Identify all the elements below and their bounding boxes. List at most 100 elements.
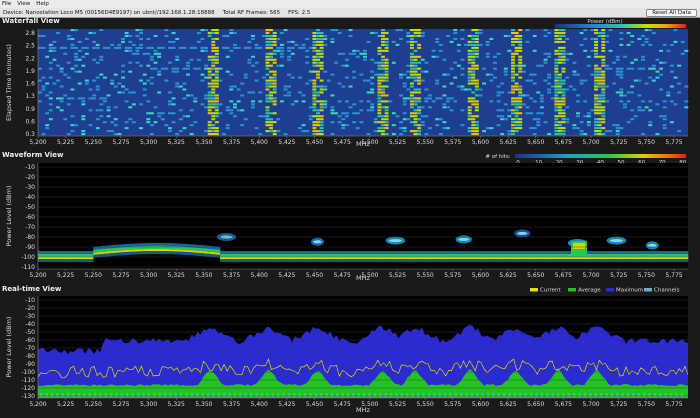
y-tick-label: -20	[25, 174, 35, 181]
channel-marker	[158, 393, 161, 397]
channel-marker	[212, 393, 215, 397]
channel-marker	[217, 393, 221, 397]
channel-marker	[72, 393, 75, 397]
channel-marker	[88, 393, 91, 397]
channel-marker	[174, 393, 178, 397]
y-tick-label: -90	[25, 361, 35, 368]
x-tick-label: 5,625	[499, 272, 516, 279]
x-tick-label: 5,475	[334, 272, 351, 279]
channel-marker	[287, 393, 291, 397]
channel-marker	[136, 393, 140, 397]
x-tick-label: 5,325	[168, 401, 185, 408]
channel-marker	[669, 393, 673, 397]
channel-marker	[653, 393, 657, 397]
channel-marker	[357, 393, 361, 397]
x-tick-label: 5,350	[195, 139, 212, 146]
channel-marker	[637, 393, 641, 397]
x-tick-label: 5,525	[389, 401, 406, 408]
x-tick-label: 5,225	[57, 401, 74, 408]
x-tick-label: 5,275	[112, 139, 129, 146]
channel-marker	[492, 393, 495, 397]
channel-marker	[40, 393, 43, 397]
x-tick-label: 5,675	[555, 401, 572, 408]
waterfall-color-scale	[555, 24, 686, 28]
channel-marker	[223, 393, 226, 397]
channel-marker	[330, 393, 334, 397]
channel-marker	[276, 393, 280, 397]
channel-marker	[432, 393, 436, 397]
x-tick-label: 5,725	[610, 139, 627, 146]
channel-marker	[260, 393, 264, 397]
channel-marker	[282, 393, 285, 397]
menu-file[interactable]: File	[2, 1, 11, 7]
x-tick-label: 5,700	[582, 139, 599, 146]
x-tick-label: 5,275	[112, 272, 129, 279]
channel-marker	[109, 393, 113, 397]
x-tick-label: 5,675	[555, 139, 572, 146]
channel-marker	[126, 393, 129, 397]
channel-marker	[459, 393, 463, 397]
x-tick-label: 5,450	[306, 272, 323, 279]
menu-help[interactable]: Help	[36, 1, 49, 7]
x-tick-label: 5,650	[527, 272, 544, 279]
channel-marker	[519, 393, 522, 397]
channel-marker	[266, 393, 269, 397]
x-tick-label: 5,775	[665, 139, 682, 146]
channel-marker	[642, 393, 646, 397]
legend-swatch	[606, 288, 614, 292]
x-tick-label: 5,600	[472, 401, 489, 408]
x-tick-label: 5,400	[251, 139, 268, 146]
channel-marker	[438, 393, 441, 397]
y-tick-label: -60	[25, 214, 35, 221]
channel-marker	[572, 393, 576, 397]
channel-marker	[233, 393, 237, 397]
y-tick-label: 1.3	[25, 93, 35, 100]
x-tick-label: 5,225	[57, 139, 74, 146]
channel-marker	[675, 393, 678, 397]
x-axis-title: MHz	[356, 140, 370, 148]
channel-marker	[497, 393, 501, 397]
x-tick-label: 5,725	[610, 272, 627, 279]
channel-marker	[481, 393, 484, 397]
device-info: Device: Nanostation Loco M5 (00156D4E919…	[3, 9, 215, 16]
channel-marker	[190, 393, 194, 397]
channel-marker	[443, 393, 447, 397]
y-tick-label: -20	[25, 305, 35, 312]
waveform-legend-title: # of hits:	[485, 154, 510, 160]
channel-marker	[583, 393, 587, 397]
channel-marker	[567, 393, 571, 397]
waveform-chart: # of hits:01020304050607080 -10-20-30-40…	[5, 154, 689, 282]
x-tick-label: 5,575	[444, 272, 461, 279]
channel-marker	[368, 393, 371, 397]
x-tick-label: 5,450	[306, 401, 323, 408]
x-tick-label: 5,750	[638, 272, 655, 279]
menu-view[interactable]: View	[17, 1, 30, 7]
x-tick-label: 5,550	[417, 401, 434, 408]
x-tick-label: 5,300	[140, 139, 157, 146]
x-tick-label: 5,700	[582, 272, 599, 279]
x-tick-label: 5,425	[278, 139, 295, 146]
y-tick-label: 2.8	[25, 30, 35, 37]
channel-marker	[83, 393, 86, 397]
channel-marker	[502, 393, 506, 397]
x-tick-label: 5,475	[334, 139, 351, 146]
channel-marker	[659, 393, 662, 397]
y-tick-label: -10	[25, 297, 35, 304]
y-tick-label: 0.9	[25, 106, 35, 113]
x-tick-label: 5,250	[85, 401, 102, 408]
y-tick-label: 0.3	[25, 131, 35, 138]
channel-marker	[529, 393, 533, 397]
channel-marker	[556, 393, 560, 397]
channel-marker	[551, 393, 554, 397]
y-tick-label: -90	[25, 244, 35, 251]
x-tick-label: 5,275	[112, 401, 129, 408]
channel-marker	[228, 393, 231, 397]
channel-marker	[352, 393, 355, 397]
channel-marker	[578, 393, 581, 397]
x-tick-label: 5,575	[444, 401, 461, 408]
reset-all-data-button[interactable]: Reset All Data	[646, 9, 697, 17]
channel-marker	[93, 393, 97, 397]
x-tick-label: 5,225	[57, 272, 74, 279]
x-tick-label: 5,675	[555, 272, 572, 279]
channel-marker	[632, 393, 635, 397]
